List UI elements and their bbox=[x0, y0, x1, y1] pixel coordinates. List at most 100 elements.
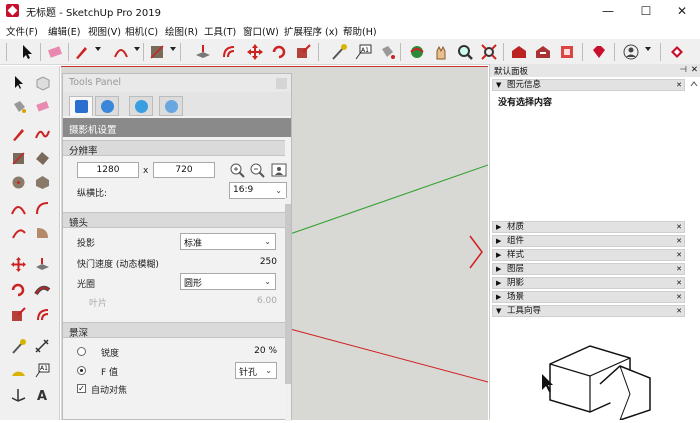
scale-tool-icon[interactable] bbox=[294, 43, 312, 61]
autofocus-checkbox[interactable]: ✓ bbox=[77, 384, 86, 393]
close-icon[interactable]: ✕ bbox=[676, 264, 682, 274]
tab-lights[interactable] bbox=[129, 96, 153, 116]
width-input[interactable]: 1280 bbox=[77, 162, 139, 178]
dof-section[interactable]: 景深 bbox=[63, 322, 285, 339]
zoom-tool-icon[interactable] bbox=[456, 43, 474, 61]
tools-panel-scroll-thumb[interactable] bbox=[285, 204, 291, 384]
rotate-tool-icon[interactable] bbox=[10, 282, 27, 299]
layout-icon[interactable] bbox=[668, 43, 686, 61]
entity-info-panel-header[interactable]: ▼ 图元信息 ✕ bbox=[492, 79, 685, 91]
account-icon[interactable] bbox=[622, 43, 640, 61]
close-icon[interactable]: ✕ bbox=[676, 236, 682, 246]
resolution-section[interactable]: 分辨率 bbox=[63, 140, 285, 157]
dimension-tool-icon[interactable] bbox=[34, 338, 51, 355]
layers-panel-header[interactable]: ▶ 图层 ✕ bbox=[492, 263, 685, 275]
projection-select[interactable]: 标准 ⌄ bbox=[180, 233, 276, 250]
two-point-arc-tool-icon[interactable] bbox=[34, 200, 51, 217]
tab-materials[interactable] bbox=[159, 96, 183, 116]
warehouse-icon[interactable] bbox=[510, 43, 528, 61]
minimize-button[interactable]: — bbox=[590, 0, 626, 22]
close-icon[interactable]: ✕ bbox=[676, 278, 682, 288]
menu-edit[interactable]: 编辑(E) bbox=[48, 24, 80, 38]
zoom-out-icon[interactable] bbox=[249, 162, 265, 178]
zoom-in-icon[interactable] bbox=[229, 162, 245, 178]
close-icon[interactable]: ✕ bbox=[676, 80, 682, 90]
tray-scroll-up-icon[interactable] bbox=[689, 78, 699, 106]
share-model-icon[interactable] bbox=[534, 43, 552, 61]
three-point-arc-tool-icon[interactable] bbox=[10, 224, 27, 241]
menu-help[interactable]: 帮助(H) bbox=[343, 24, 377, 38]
maximize-button[interactable]: ☐ bbox=[628, 0, 664, 22]
close-icon[interactable]: ✕ bbox=[676, 306, 682, 316]
pie-tool-icon[interactable] bbox=[34, 224, 51, 241]
menu-draw[interactable]: 绘图(R) bbox=[165, 24, 198, 38]
zoom-extents-icon[interactable] bbox=[480, 43, 498, 61]
pencil-tool-icon[interactable] bbox=[10, 126, 27, 143]
text-tool-icon[interactable]: A1 bbox=[354, 43, 372, 61]
tray-close-button[interactable]: ✕ bbox=[691, 65, 698, 75]
shadows-panel-header[interactable]: ▶ 阴影 ✕ bbox=[492, 277, 685, 289]
extension-warehouse-icon[interactable] bbox=[558, 43, 576, 61]
scenes-panel-header[interactable]: ▶ 场景 ✕ bbox=[492, 291, 685, 303]
tape-measure-tool-icon[interactable] bbox=[330, 43, 348, 61]
eraser-tool-icon[interactable] bbox=[34, 98, 51, 115]
close-icon[interactable]: ✕ bbox=[676, 250, 682, 260]
pin-icon[interactable]: ⊣ bbox=[680, 65, 687, 75]
follow-me-tool-icon[interactable] bbox=[34, 282, 51, 299]
menu-file[interactable]: 文件(F) bbox=[6, 24, 38, 38]
ruby-console-icon[interactable] bbox=[590, 43, 608, 61]
rectangle-tool-icon[interactable] bbox=[10, 150, 27, 167]
text-tool-icon[interactable]: A1 bbox=[34, 362, 51, 379]
paint-bucket-tool-icon[interactable] bbox=[10, 98, 27, 115]
menu-camera[interactable]: 相机(C) bbox=[125, 24, 158, 38]
freehand-tool-icon[interactable] bbox=[34, 126, 51, 143]
offset-tool-icon[interactable] bbox=[220, 43, 238, 61]
push-pull-tool-icon[interactable] bbox=[194, 43, 212, 61]
fvalue-radio[interactable] bbox=[77, 366, 86, 375]
offset-tool-icon[interactable] bbox=[34, 306, 51, 323]
scale-tool-icon[interactable] bbox=[10, 306, 27, 323]
sharpness-value[interactable]: 20 % bbox=[223, 346, 277, 356]
paint-bucket-tool-icon[interactable] bbox=[378, 43, 396, 61]
tab-environment[interactable] bbox=[95, 96, 119, 116]
push-pull-tool-icon[interactable] bbox=[34, 256, 51, 273]
styles-panel-header[interactable]: ▶ 样式 ✕ bbox=[492, 249, 685, 261]
select-tool-icon[interactable] bbox=[18, 43, 36, 61]
axes-tool-icon[interactable] bbox=[10, 386, 27, 403]
fvalue-select[interactable]: 针孔 ⌄ bbox=[235, 362, 277, 379]
arc-tool-icon[interactable] bbox=[112, 43, 130, 61]
polygon-tool-icon[interactable] bbox=[34, 174, 51, 191]
lens-section[interactable]: 镜头 bbox=[63, 212, 285, 229]
menu-view[interactable]: 视图(V) bbox=[88, 24, 121, 38]
menu-extensions[interactable]: 扩展程序 (x) bbox=[284, 24, 338, 38]
tray-expand-arrow-icon[interactable] bbox=[468, 234, 484, 273]
pencil-tool-icon[interactable] bbox=[73, 43, 91, 61]
sharpness-radio[interactable] bbox=[77, 347, 86, 356]
tools-panel-close-button[interactable] bbox=[276, 78, 287, 89]
pan-tool-icon[interactable] bbox=[432, 43, 450, 61]
close-icon[interactable]: ✕ bbox=[676, 222, 682, 232]
rotate-tool-icon[interactable] bbox=[270, 43, 288, 61]
components-panel-header[interactable]: ▶ 组件 ✕ bbox=[492, 235, 685, 247]
3d-text-tool-icon[interactable]: A bbox=[34, 386, 51, 404]
arc-tool-icon[interactable] bbox=[10, 200, 27, 217]
protractor-tool-icon[interactable] bbox=[10, 362, 27, 379]
eraser-tool-icon[interactable] bbox=[46, 43, 64, 61]
materials-panel-header[interactable]: ▶ 材质 ✕ bbox=[492, 221, 685, 233]
rotated-rectangle-tool-icon[interactable] bbox=[34, 150, 51, 167]
aperture-select[interactable]: 圆形 ⌄ bbox=[180, 273, 276, 290]
move-tool-icon[interactable] bbox=[246, 43, 264, 61]
select-tool-icon[interactable] bbox=[10, 74, 27, 91]
aspect-select[interactable]: 16:9 ⌄ bbox=[229, 182, 287, 199]
close-button[interactable]: ✕ bbox=[664, 0, 700, 22]
height-input[interactable]: 720 bbox=[153, 162, 215, 178]
menu-tools[interactable]: 工具(T) bbox=[204, 24, 236, 38]
menu-window[interactable]: 窗口(W) bbox=[243, 24, 279, 38]
close-icon[interactable]: ✕ bbox=[676, 292, 682, 302]
instructor-panel-header[interactable]: ▼ 工具向导 ✕ bbox=[492, 305, 685, 317]
orbit-tool-icon[interactable] bbox=[408, 43, 426, 61]
shape-tool-icon[interactable] bbox=[148, 43, 166, 61]
portrait-icon[interactable] bbox=[271, 162, 287, 178]
move-tool-icon[interactable] bbox=[10, 256, 27, 273]
shutter-value[interactable]: 250 bbox=[223, 257, 277, 267]
